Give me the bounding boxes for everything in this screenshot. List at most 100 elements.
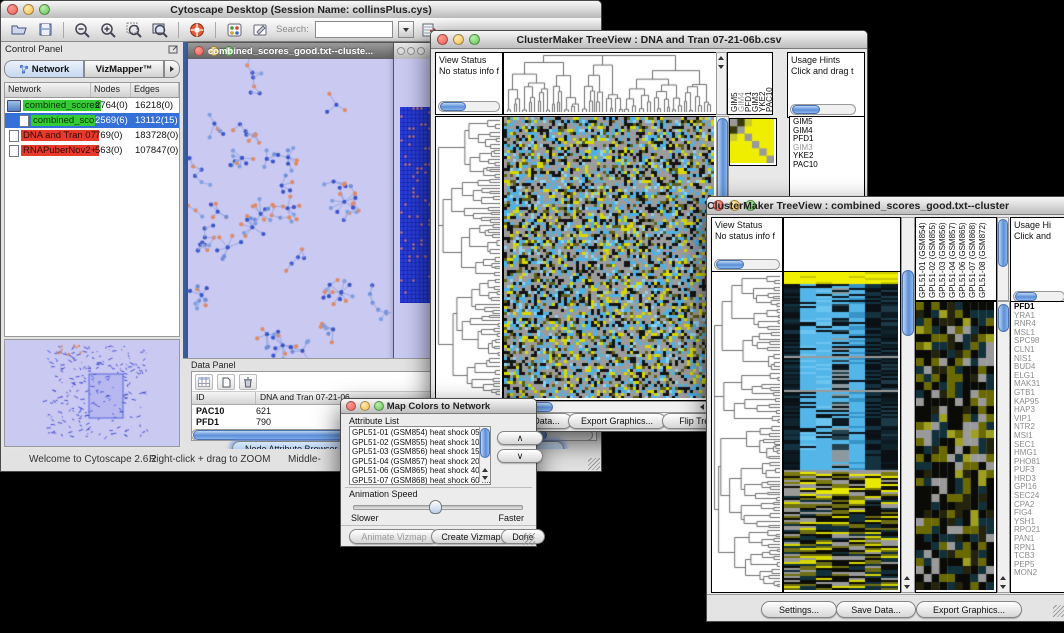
tv2-column-labels[interactable]: GPL51-01 (GSM854)GPL51-02 (GSM855)GPL51-… — [915, 217, 997, 301]
zoom-out-icon[interactable] — [72, 21, 92, 39]
main-title-bar[interactable]: Cytoscape Desktop (Session Name: collins… — [1, 1, 601, 19]
map-colors-dialog: Map Colors to Network Attribute List GPL… — [340, 398, 537, 547]
edge-count: 107847(0) — [135, 145, 178, 156]
file-icon — [9, 145, 19, 157]
tv2-labels-vscrollbar[interactable] — [997, 217, 1009, 301]
tv1-dendro-vscrollbar[interactable] — [716, 52, 727, 115]
tv1-row-dendrogram[interactable] — [435, 116, 503, 401]
save-data-label: Save Data... — [851, 605, 901, 615]
column-label: PFD1 — [744, 53, 751, 112]
up-arrow-label: ∧ — [517, 433, 524, 444]
col-edges[interactable]: Edges — [131, 83, 179, 97]
tv1-heatmap[interactable] — [503, 116, 717, 401]
attribute-list[interactable]: GPL51-01 (GSM854) heat shock 05 minGPL51… — [349, 426, 491, 485]
open-file-icon[interactable] — [9, 21, 29, 39]
tv2-view-status: View Status No status info f — [711, 217, 783, 273]
tv1-export-graphics-button[interactable]: Export Graphics... — [568, 413, 666, 429]
column-label: GPL51-02 (GSM855) — [928, 218, 938, 298]
close-icon[interactable] — [397, 47, 405, 55]
col-id[interactable]: ID — [192, 392, 256, 404]
network-overview[interactable] — [4, 339, 180, 447]
delete-attribute-icon[interactable] — [239, 374, 257, 390]
create-vizmap-button[interactable]: Create Vizmap — [431, 529, 511, 544]
edge-count: 183728(0) — [135, 130, 178, 141]
column-label: GIM3 — [751, 53, 758, 112]
tab-overflow-icon[interactable] — [164, 60, 180, 78]
network-row[interactable]: DNA and Tran 07769(0)183728(0) — [5, 128, 179, 143]
float-panel-icon[interactable] — [168, 44, 179, 59]
tab-vizmapper[interactable]: VizMapper™ — [84, 60, 164, 78]
tab-vizmapper-label: VizMapper™ — [96, 64, 153, 75]
attribute-item[interactable]: GPL51-07 (GSM868) heat shock 60 min — [352, 476, 490, 486]
annotation-icon[interactable] — [250, 21, 270, 39]
desktop: Cytoscape Desktop (Session Name: collins… — [0, 0, 1064, 633]
attribute-item[interactable]: GPL51-03 (GSM856) heat shock 15 min — [352, 447, 490, 457]
vizmapper-icon[interactable] — [224, 21, 244, 39]
column-label: GPL51-07 (GSM868) — [968, 218, 978, 298]
slower-label: Slower — [351, 513, 379, 523]
tv1-zoom-heatmap[interactable] — [729, 118, 777, 166]
attribute-item[interactable]: GPL51-01 (GSM854) heat shock 05 min — [352, 428, 490, 438]
resize-grip[interactable] — [1053, 605, 1064, 617]
resize-grip[interactable] — [523, 533, 535, 545]
tab-network[interactable]: Network — [4, 60, 84, 78]
view-status-label: View Status — [715, 220, 762, 230]
tv2-settings-button[interactable]: Settings... — [761, 601, 837, 618]
zoom-window-icon[interactable] — [417, 47, 425, 55]
save-icon[interactable] — [35, 21, 55, 39]
attribute-item[interactable]: GPL51-04 (GSM857) heat shock 20 min — [352, 457, 490, 467]
tv2-export-graphics-button[interactable]: Export Graphics... — [916, 601, 1022, 618]
attribute-list-vscrollbar[interactable] — [479, 427, 490, 482]
resize-grip[interactable] — [588, 458, 600, 470]
dialog-title: Map Colors to Network — [341, 401, 536, 412]
tv2-row-dendrogram[interactable] — [711, 271, 783, 593]
attribute-table-icon[interactable] — [195, 374, 213, 390]
help-icon[interactable] — [187, 21, 207, 39]
zoom-in-icon[interactable] — [98, 21, 118, 39]
minimize-icon[interactable] — [407, 47, 415, 55]
tv2-save-data-button[interactable]: Save Data... — [836, 601, 916, 618]
row-id: PFD1 — [192, 417, 256, 427]
animation-speed-slider-thumb[interactable] — [429, 500, 442, 514]
attribute-item[interactable]: GPL51-02 (GSM855) heat shock 10 min — [352, 438, 490, 448]
tv2-heatmap[interactable] — [783, 271, 901, 593]
attribute-list-label: Attribute List — [349, 416, 399, 426]
tv2-heatmap-vscrollbar[interactable] — [901, 217, 915, 593]
new-attribute-icon[interactable] — [217, 374, 235, 390]
network-row[interactable]: combined_sco2569(6)13112(15) — [5, 113, 179, 128]
tv2-genes-vscrollbar[interactable] — [997, 301, 1010, 593]
network-canvas[interactable] — [188, 59, 391, 366]
search-input[interactable] — [315, 21, 393, 38]
tv1-hints-hscrollbar[interactable] — [790, 104, 856, 115]
tv2-button-bar: Settings... Save Data... Export Graphics… — [707, 594, 1064, 621]
network-view-titlebar[interactable]: combined_scores_good.txt--cluste... — [188, 43, 393, 59]
tv1-column-labels[interactable]: GIM5GIM4PFD1GIM3YKE2PAC10 — [727, 52, 773, 115]
faster-label: Faster — [498, 513, 524, 523]
network-row[interactable]: combined_scores2764(0)16218(0) — [5, 98, 179, 113]
tv1-status-hscrollbar[interactable] — [438, 101, 500, 112]
treeview1-titlebar[interactable]: ClusterMaker TreeView : DNA and Tran 07-… — [431, 31, 867, 49]
tv2-zoom-heatmap[interactable] — [915, 301, 997, 593]
main-window-title: Cytoscape Desktop (Session Name: collins… — [1, 4, 601, 16]
move-down-button[interactable]: ∨ — [497, 449, 543, 463]
tv2-gene-list[interactable]: PFD1YRA1RNR4MSL1SPC98CLN1NIS1BUD4ELG1MAK… — [1010, 301, 1064, 593]
move-up-button[interactable]: ∧ — [497, 431, 543, 445]
tv2-status-hscrollbar[interactable] — [714, 259, 780, 270]
dialog-titlebar[interactable]: Map Colors to Network — [341, 399, 536, 414]
tv2-column-dendrogram[interactable] — [783, 217, 901, 273]
attribute-item[interactable]: GPL51-06 (GSM865) heat shock 40 min — [352, 466, 490, 476]
search-dropdown-icon[interactable] — [398, 21, 414, 38]
zoom-selected-icon[interactable] — [124, 21, 144, 39]
network-row[interactable]: RNAPuberNov2+563(0)107847(0) — [5, 143, 179, 158]
treeview2-titlebar[interactable]: ClusterMaker TreeView : combined_scores_… — [707, 197, 1064, 215]
col-nodes[interactable]: Nodes — [91, 83, 131, 97]
usage-hints-text: Click and drag t — [791, 66, 854, 76]
node-count: 769(0) — [95, 130, 122, 141]
network-list-header[interactable]: Network Nodes Edges — [5, 83, 179, 98]
dense-network-canvas[interactable] — [400, 107, 432, 303]
zoom-fit-icon[interactable] — [150, 21, 170, 39]
usage-hints-label: Usage Hi — [1014, 220, 1051, 230]
col-network[interactable]: Network — [5, 83, 91, 97]
tv1-column-dendrogram[interactable] — [503, 52, 717, 115]
node-count: 2764(0) — [95, 100, 128, 111]
